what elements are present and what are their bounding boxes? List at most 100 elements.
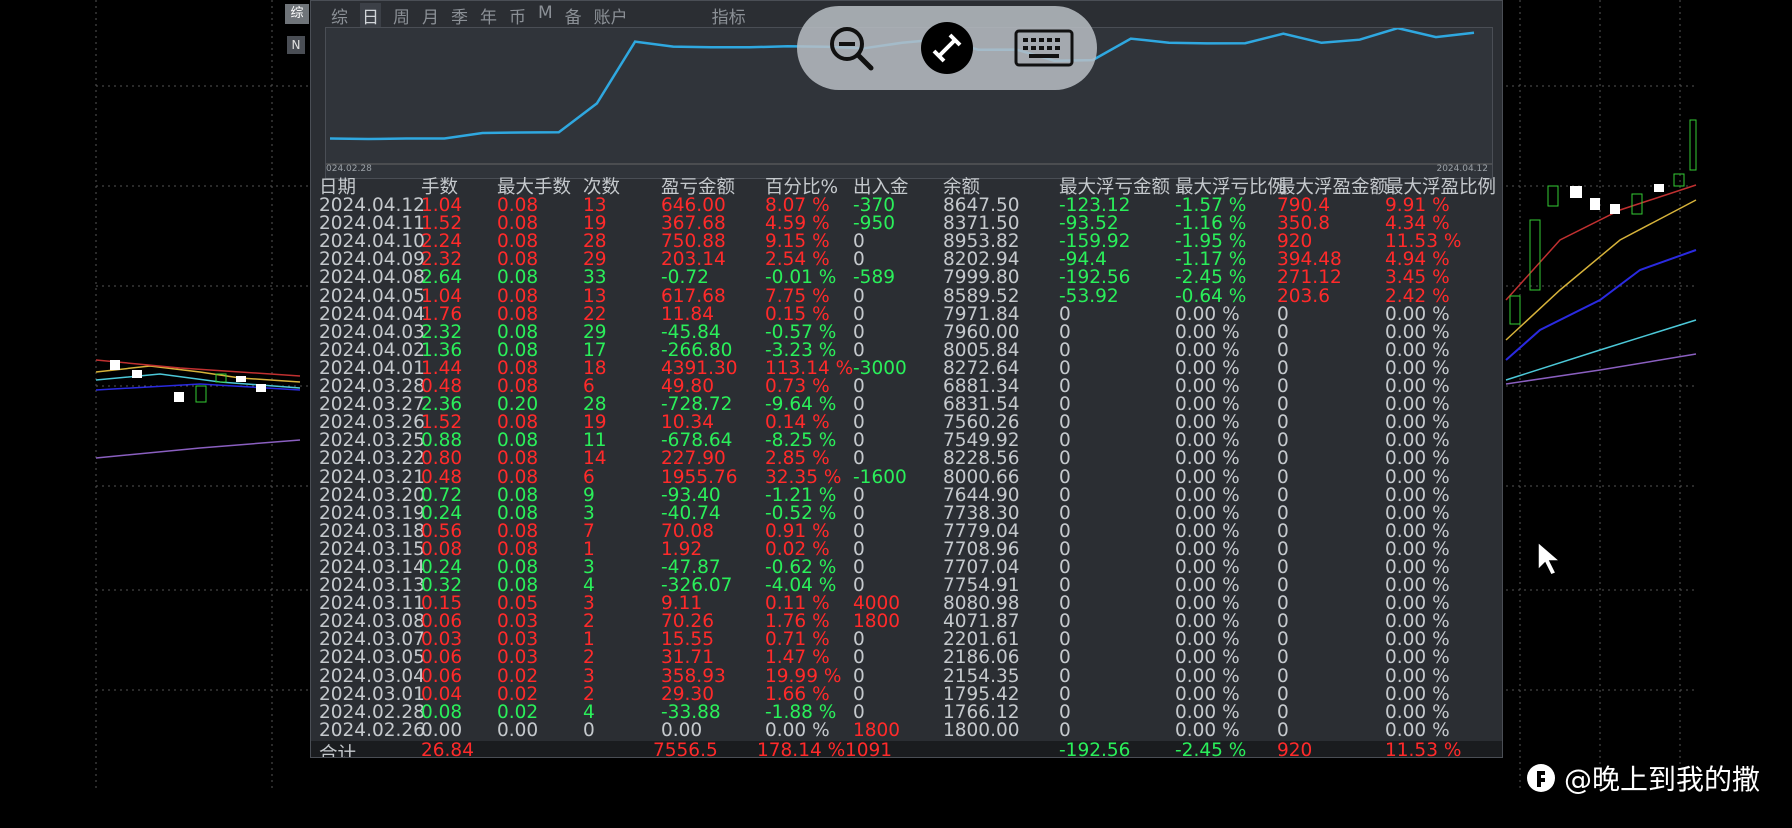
row-pnl: -0.72 xyxy=(661,267,709,289)
table-row[interactable]: 2024.03.20 0.72 0.08 9 -93.40 -1.21 % 0 7644.90… xyxy=(319,484,1502,506)
row-balance: 1795.42 xyxy=(943,683,1020,705)
row-max-float-profit: 0 xyxy=(1277,448,1289,470)
remote-connect-icon xyxy=(921,22,973,74)
row-deposit: -589 xyxy=(853,267,895,289)
tab-year[interactable]: 年 xyxy=(480,3,497,28)
row-deposit: 0 xyxy=(853,285,865,307)
row-max-float-loss: 0 xyxy=(1059,683,1071,705)
row-pnl: 227.90 xyxy=(661,448,726,470)
row-deposit: 1800 xyxy=(853,719,901,741)
row-max-float-profit-pct: 0.00 % xyxy=(1385,665,1450,687)
row-date: 2024.03.01 xyxy=(319,683,425,705)
row-max-float-profit-pct: 0.00 % xyxy=(1385,448,1450,470)
row-max-lots: 0.08 xyxy=(497,484,539,506)
keyboard-button[interactable] xyxy=(1009,20,1079,76)
row-max-float-loss-pct: -0.64 % xyxy=(1175,285,1247,307)
tab-quarter[interactable]: 季 xyxy=(451,3,468,28)
table-row[interactable]: 2024.02.26 0.00 0.00 0 0.00 0.00 % 1800 1800.00… xyxy=(319,719,1502,741)
row-pct: 32.35 % xyxy=(765,466,842,488)
total-max-float-loss: -192.56 xyxy=(1059,740,1131,758)
table-row[interactable]: 2024.03.05 0.06 0.03 2 31.71 1.47 % 0 2186.06 0 0… xyxy=(319,647,1502,669)
tab-indicator[interactable]: 指标 xyxy=(712,3,746,28)
table-row[interactable]: 2024.03.01 0.04 0.02 2 29.30 1.66 % 0 1795.42 0 0… xyxy=(319,683,1502,705)
row-pnl: 1955.76 xyxy=(661,466,738,488)
zoom-out-button[interactable] xyxy=(823,20,879,76)
table-row[interactable]: 2024.04.05 1.04 0.08 13 617.68 7.75 % 0 8589.52… xyxy=(319,285,1502,307)
row-count: 3 xyxy=(583,665,595,687)
row-max-lots: 0.08 xyxy=(497,466,539,488)
table-row[interactable]: 2024.03.22 0.80 0.08 14 227.90 2.85 % 0 8228.56… xyxy=(319,448,1502,470)
total-label: 合计 xyxy=(319,744,357,758)
row-count: 2 xyxy=(583,647,595,669)
total-lots: 26.84 xyxy=(421,740,474,758)
side-tag-secondary[interactable]: N xyxy=(287,36,305,54)
table-row[interactable]: 2024.03.21 0.48 0.08 6 1955.76 32.35 % -1600 80… xyxy=(319,466,1502,488)
mouse-cursor-icon xyxy=(1537,540,1562,576)
tab-month[interactable]: 月 xyxy=(422,3,439,28)
row-max-lots: 0.03 xyxy=(497,647,539,669)
row-lots: 0.06 xyxy=(421,665,463,687)
row-max-float-loss: 0 xyxy=(1059,484,1071,506)
row-date: 2024.03.22 xyxy=(319,448,425,470)
row-lots: 0.72 xyxy=(421,484,463,506)
tab-day[interactable]: 日 xyxy=(360,3,381,28)
total-pct: 178.14 % xyxy=(757,740,846,758)
row-pct: 0.00 % xyxy=(765,719,830,741)
total-max-float-profit: 920 xyxy=(1277,740,1313,758)
tab-account[interactable]: 账户 xyxy=(594,3,628,28)
row-max-float-profit: 0 xyxy=(1277,719,1289,741)
row-max-float-profit-pct: 0.00 % xyxy=(1385,683,1450,705)
period-tabs: 综 日 周 月 季 年 币 M 备 账户 指标 xyxy=(331,3,746,28)
remote-connect-button[interactable] xyxy=(919,20,975,76)
row-count: 14 xyxy=(583,448,607,470)
side-tag[interactable]: 综 xyxy=(285,4,309,24)
row-balance: 7644.90 xyxy=(943,484,1020,506)
row-max-float-loss: 0 xyxy=(1059,719,1071,741)
row-max-float-loss-pct: 0.00 % xyxy=(1175,466,1240,488)
row-max-float-loss: 0 xyxy=(1059,665,1071,687)
curve-start-date: 024.02.28 xyxy=(326,164,372,174)
row-max-float-loss-pct: 0.00 % xyxy=(1175,484,1240,506)
row-lots: 0.06 xyxy=(421,647,463,669)
row-pnl: 358.93 xyxy=(661,665,726,687)
row-lots: 2.64 xyxy=(421,267,463,289)
daily-stats-table: 日期 手数 最大手数 次数 盈亏金额 百分比% 出入金 余额 最大浮亏金额 最大… xyxy=(319,178,1502,741)
tab-note[interactable]: 备 xyxy=(565,3,582,28)
row-deposit: 0 xyxy=(853,448,865,470)
row-pct: 1.47 % xyxy=(765,647,830,669)
row-date: 2024.02.26 xyxy=(319,719,425,741)
row-max-float-loss-pct: 0.00 % xyxy=(1175,665,1240,687)
stats-panel: 综 日 周 月 季 年 币 M 备 账户 指标 024.02.28 2024.0… xyxy=(310,0,1503,758)
row-pnl: 31.71 xyxy=(661,647,714,669)
row-max-lots: 0.08 xyxy=(497,267,539,289)
row-max-float-loss-pct: 0.00 % xyxy=(1175,647,1240,669)
table-row[interactable]: 2024.03.04 0.06 0.02 3 358.93 19.99 % 0 2154.35… xyxy=(319,665,1502,687)
row-max-lots: 0.08 xyxy=(497,285,539,307)
row-pnl: 29.30 xyxy=(661,683,714,705)
tab-m[interactable]: M xyxy=(538,3,553,27)
row-pnl: -93.40 xyxy=(661,484,721,506)
table-row[interactable]: 2024.04.08 2.64 0.08 33 -0.72 -0.01 % -589 7999… xyxy=(319,267,1502,289)
row-count: 9 xyxy=(583,484,595,506)
row-pct: -1.21 % xyxy=(765,484,837,506)
row-max-float-profit-pct: 0.00 % xyxy=(1385,484,1450,506)
row-pnl: 0.00 xyxy=(661,719,703,741)
tab-currency[interactable]: 币 xyxy=(509,3,526,28)
row-max-float-loss: 0 xyxy=(1059,466,1071,488)
tab-summary[interactable]: 综 xyxy=(331,3,348,28)
row-max-lots: 0.02 xyxy=(497,665,539,687)
row-pct: 2.85 % xyxy=(765,448,830,470)
row-pct: 7.75 % xyxy=(765,285,830,307)
row-max-float-profit-pct: 0.00 % xyxy=(1385,466,1450,488)
row-pct: -0.01 % xyxy=(765,267,837,289)
row-deposit: 0 xyxy=(853,484,865,506)
row-deposit: -1600 xyxy=(853,466,907,488)
row-count: 13 xyxy=(583,285,607,307)
tab-week[interactable]: 周 xyxy=(393,3,410,28)
row-count: 0 xyxy=(583,719,595,741)
row-lots: 1.04 xyxy=(421,285,463,307)
row-max-float-profit: 0 xyxy=(1277,647,1289,669)
remote-toolbar xyxy=(797,6,1097,90)
row-date: 2024.04.08 xyxy=(319,267,425,289)
row-max-float-loss-pct: 0.00 % xyxy=(1175,448,1240,470)
